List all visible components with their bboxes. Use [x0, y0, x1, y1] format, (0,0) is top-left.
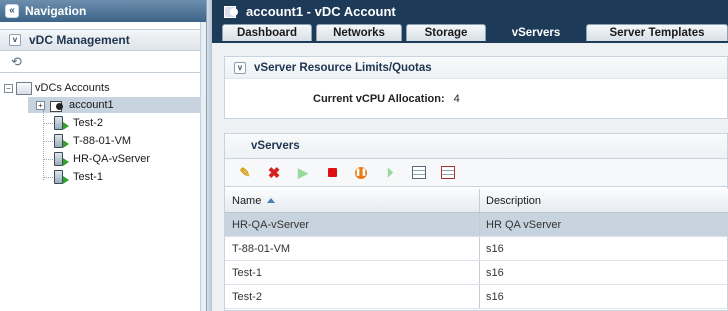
- cell-description: s16: [486, 290, 504, 303]
- cell-name: Test-1: [225, 261, 480, 284]
- cell-name: Test-2: [225, 285, 480, 308]
- tree-node-vserver[interactable]: Test-2: [52, 114, 103, 132]
- export-icon[interactable]: [440, 165, 456, 181]
- column-header-description[interactable]: Description: [480, 189, 728, 212]
- tab-vservers[interactable]: vServers: [490, 24, 582, 41]
- cell-description: HR QA vServer: [486, 218, 562, 231]
- table-row[interactable]: Test-1 s16: [225, 261, 728, 285]
- running-status-icon: [63, 122, 69, 130]
- expand-icon[interactable]: +: [36, 100, 45, 110]
- window-title-bar: account1 - vDC Account: [212, 0, 728, 22]
- tree-node-root[interactable]: − vDCs Accounts: [4, 79, 110, 97]
- running-status-icon: [63, 158, 69, 166]
- quota-panel-header[interactable]: v vServer Resource Limits/Quotas: [225, 57, 727, 79]
- folder-icon: [16, 81, 32, 95]
- column-header-name[interactable]: Name: [225, 189, 480, 212]
- account-icon: [49, 99, 65, 112]
- vcpu-allocation-value: 4: [453, 93, 460, 105]
- vservers-panel-title: vServers: [251, 140, 300, 152]
- tree-node-vserver[interactable]: HR-QA-vServer: [52, 150, 150, 168]
- cell-description: s16: [486, 266, 504, 279]
- collapse-icon[interactable]: −: [4, 83, 13, 93]
- cell-name: T-88-01-VM: [225, 237, 480, 260]
- account-pane: account1 - vDC Account Dashboard Network…: [212, 0, 728, 311]
- template-icon[interactable]: [411, 165, 427, 181]
- running-status-icon: [63, 140, 69, 148]
- tree-connector: [43, 110, 44, 180]
- tab-bar: Dashboard Networks Storage vServers Serv…: [212, 22, 728, 41]
- tree-node-label: Test-1: [73, 171, 103, 183]
- tree-node-label: T-88-01-VM: [73, 135, 132, 147]
- tab-server-templates[interactable]: Server Templates: [586, 24, 728, 41]
- tab-dashboard[interactable]: Dashboard: [222, 24, 312, 41]
- table-row[interactable]: T-88-01-VM s16: [225, 237, 728, 261]
- tab-networks[interactable]: Networks: [316, 24, 402, 41]
- table-row[interactable]: Test-2 s16: [225, 285, 728, 309]
- tree-node-label: Test-2: [73, 117, 103, 129]
- cell-name: HR-QA-vServer: [225, 213, 480, 236]
- column-header-label: Description: [486, 194, 542, 207]
- tree-node-label: account1: [69, 99, 114, 111]
- vserver-icon: [54, 152, 63, 166]
- chevron-down-icon[interactable]: v: [234, 61, 246, 74]
- start-icon[interactable]: ▶: [295, 165, 311, 181]
- vservers-panel-header: vServers: [225, 134, 727, 159]
- vcpu-allocation-label: Current vCPU Allocation:: [313, 93, 445, 105]
- tree-node-vserver[interactable]: T-88-01-VM: [52, 132, 131, 150]
- cell-description: s16: [486, 242, 504, 255]
- vcpu-allocation-row: Current vCPU Allocation: 4: [313, 93, 460, 105]
- tab-bar-underline: [212, 41, 728, 43]
- vservers-toolbar: ✎ ✖ ▶ ❚❚ ⏵: [225, 159, 727, 187]
- accounts-tree: − vDCs Accounts + account1 Test-2 T-88-0…: [0, 0, 207, 311]
- tree-node-vserver[interactable]: Test-1: [52, 168, 103, 186]
- account-icon: [224, 4, 240, 18]
- quota-panel: v vServer Resource Limits/Quotas Current…: [224, 56, 728, 119]
- tree-node-label: vDCs Accounts: [35, 82, 110, 94]
- quota-panel-title: vServer Resource Limits/Quotas: [254, 61, 432, 74]
- tree-node-account1[interactable]: + account1: [36, 96, 114, 114]
- column-header-label: Name: [232, 194, 262, 207]
- vservers-panel: vServers ✎ ✖ ▶ ❚❚ ⏵ Name Description HR-…: [224, 133, 728, 311]
- delete-icon[interactable]: ✖: [266, 165, 282, 182]
- vservers-table: Name Description HR-QA-vServer HR QA vSe…: [225, 189, 728, 309]
- sort-ascending-icon: [267, 198, 276, 203]
- pause-icon[interactable]: ❚❚: [353, 165, 369, 181]
- table-row[interactable]: HR-QA-vServer HR QA vServer: [225, 213, 728, 237]
- resume-icon[interactable]: ⏵: [382, 165, 398, 181]
- tree-node-label: HR-QA-vServer: [73, 153, 151, 165]
- vserver-icon: [54, 170, 63, 184]
- vserver-icon: [54, 116, 63, 130]
- vserver-icon: [54, 134, 63, 148]
- table-header: Name Description: [225, 189, 728, 213]
- edit-icon[interactable]: ✎: [237, 165, 253, 181]
- stop-icon[interactable]: [324, 165, 340, 181]
- window-title: account1 - vDC Account: [246, 3, 396, 19]
- running-status-icon: [63, 176, 69, 184]
- tab-storage[interactable]: Storage: [406, 24, 486, 41]
